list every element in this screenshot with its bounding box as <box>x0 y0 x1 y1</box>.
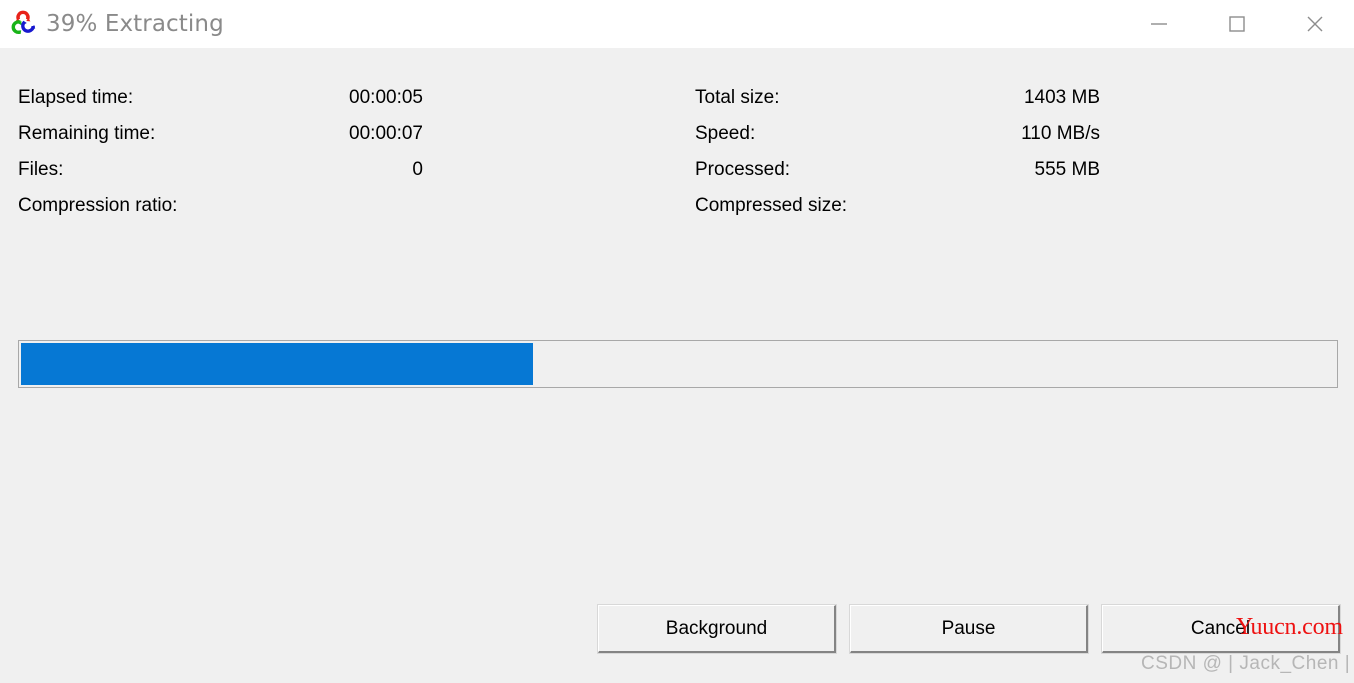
close-button[interactable] <box>1276 0 1354 48</box>
stat-value: 555 MB <box>1034 159 1100 180</box>
stat-row-speed: Speed: 110 MB/s <box>695 116 1100 152</box>
stat-label: Elapsed time: <box>18 87 134 108</box>
minimize-button[interactable] <box>1120 0 1198 48</box>
title-bar[interactable]: 39% Extracting <box>0 0 1354 48</box>
stat-row-compression-ratio: Compression ratio: <box>18 188 423 224</box>
pause-button[interactable]: Pause <box>849 604 1089 654</box>
stat-label: Compression ratio: <box>18 195 178 216</box>
maximize-button[interactable] <box>1198 0 1276 48</box>
stat-row-elapsed-time: Elapsed time: 00:00:05 <box>18 80 423 116</box>
stats-right-column: Total size: 1403 MB Speed: 110 MB/s Proc… <box>695 80 1100 224</box>
window-title: 39% Extracting <box>46 11 224 37</box>
background-button[interactable]: Background <box>597 604 837 654</box>
stat-row-total-size: Total size: 1403 MB <box>695 80 1100 116</box>
stat-value: 00:00:07 <box>349 123 423 144</box>
stat-value: 1403 MB <box>1023 87 1100 108</box>
progress-bar <box>18 340 1338 388</box>
stat-row-remaining-time: Remaining time: 00:00:07 <box>18 116 423 152</box>
stat-label: Processed: <box>695 159 791 180</box>
stat-row-compressed-size: Compressed size: <box>695 188 1100 224</box>
sevenzip-logo-icon <box>8 9 38 39</box>
progress-bar-fill <box>21 343 534 385</box>
stat-value: 110 MB/s <box>1021 123 1100 144</box>
watermark-yuucn: Yuucn.com <box>1236 614 1343 640</box>
stat-label: Speed: <box>695 123 756 144</box>
stat-row-processed: Processed: 555 MB <box>695 152 1100 188</box>
stats-left-column: Elapsed time: 00:00:05 Remaining time: 0… <box>18 80 423 224</box>
window-controls <box>1120 0 1354 48</box>
watermark-csdn: CSDN @ | Jack_Chen | <box>1141 653 1351 674</box>
stat-label: Files: <box>18 159 64 180</box>
stat-row-files: Files: 0 <box>18 152 423 188</box>
stat-value: 00:00:05 <box>349 87 423 108</box>
stat-label: Remaining time: <box>18 123 156 144</box>
stat-value: 0 <box>412 159 423 180</box>
stat-label: Total size: <box>695 87 780 108</box>
stat-label: Compressed size: <box>695 195 848 216</box>
